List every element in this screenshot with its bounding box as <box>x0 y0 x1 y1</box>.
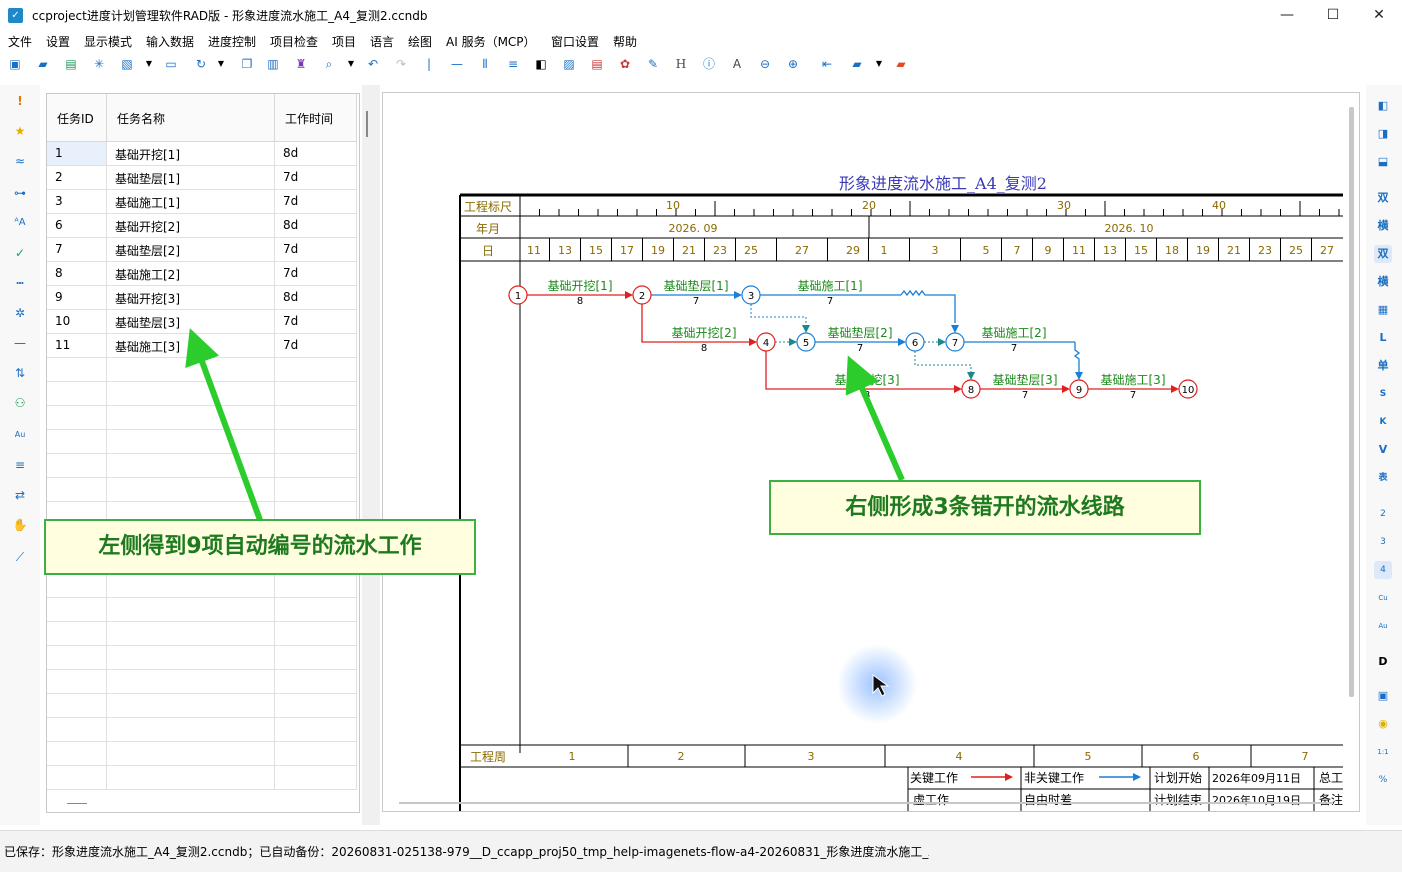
right-callout: 右侧形成3条错开的流水线路 <box>769 480 1201 535</box>
left-callout: 左侧得到9项自动编号的流水工作 <box>44 519 476 575</box>
left-callout-arrow <box>185 328 263 522</box>
status-bar: 已保存：形象进度流水施工_A4_复测2.ccndb；已自动备份：20260831… <box>0 830 1402 872</box>
status-text: 已保存：形象进度流水施工_A4_复测2.ccndb；已自动备份：20260831… <box>4 845 929 859</box>
app-window: ✓ ccproject进度计划管理软件RAD版 - 形象进度流水施工_A4_复测… <box>0 0 1402 872</box>
right-callout-arrow <box>845 355 905 482</box>
annotation-layer <box>185 328 917 724</box>
